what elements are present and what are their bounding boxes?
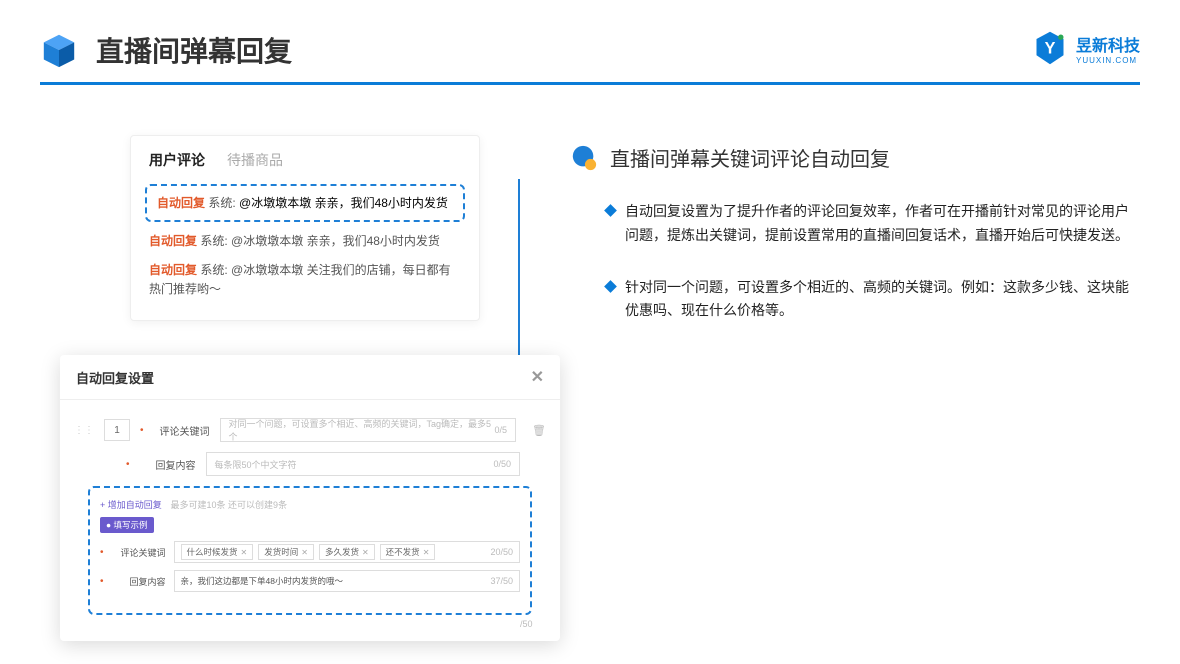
autoreply-tag: 自动回复 [149, 263, 197, 277]
add-hint: 最多可建10条 还可以创建9条 [171, 500, 288, 510]
keyword-tag[interactable]: 多久发货✕ [319, 544, 375, 560]
autoreply-settings-modal: 自动回复设置 ✕ ⋮⋮ 1 • 评论关键词 对同一个问题，可设置多个相近、高频的… [60, 355, 560, 641]
scroll-stub: /50 [520, 619, 546, 629]
svg-text:Y: Y [1045, 39, 1056, 57]
logo-cube-icon [40, 31, 78, 69]
content-label: 回复内容 [142, 457, 196, 472]
modal-title: 自动回复设置 [76, 368, 154, 387]
example-content-label: 回复内容 [114, 575, 166, 588]
content-placeholder: 每条限50个中文字符 [215, 458, 297, 471]
close-icon[interactable]: ✕ [531, 367, 544, 387]
diamond-bullet-icon [604, 204, 617, 217]
chat-bubble-icon [570, 144, 598, 172]
comments-panel: 用户评论 待播商品 自动回复 系统: @冰墩墩本墩 亲亲，我们48小时内发货 自… [130, 135, 480, 321]
example-keyword-label: 评论关键词 [114, 546, 166, 559]
content-counter: 0/50 [493, 459, 511, 469]
system-label: 系统: [200, 263, 227, 277]
comment-line: 自动回复 系统: @冰墩墩本墩 亲亲，我们48小时内发货 [149, 232, 461, 251]
highlighted-comment: 自动回复 系统: @冰墩墩本墩 亲亲，我们48小时内发货 [145, 184, 465, 222]
comment-line: 自动回复 系统: @冰墩墩本墩 关注我们的店铺，每日都有热门推荐哟～ [149, 261, 461, 299]
system-label: 系统: [208, 196, 235, 210]
example-content-counter: 37/50 [490, 576, 513, 586]
comment-text: @冰墩墩本墩 亲亲，我们48小时内发货 [239, 196, 448, 210]
example-keyword-input[interactable]: 什么时候发货✕发货时间✕ 多久发货✕ 还不发货✕ 20/50 [174, 541, 520, 563]
keyword-tag[interactable]: 发货时间✕ [258, 544, 314, 560]
tab-pending-goods[interactable]: 待播商品 [227, 150, 283, 170]
autoreply-tag: 自动回复 [149, 234, 197, 248]
brand-name-en: YUUXIN.COM [1076, 56, 1140, 65]
example-content-value: 亲，我们这边都是下单48小时内发货的哦～ [181, 575, 343, 587]
brand-name-cn: 昱新科技 [1076, 32, 1140, 56]
example-content-input[interactable]: 亲，我们这边都是下单48小时内发货的哦～ 37/50 [174, 570, 520, 592]
add-autoreply-link[interactable]: + 增加自动回复 [100, 500, 162, 510]
tag-remove-icon[interactable]: ✕ [362, 548, 369, 557]
bullet-text: 自动回复设置为了提升作者的评论回复效率，作者可在开播前针对常见的评论用户问题，提… [625, 200, 1140, 248]
tag-remove-icon[interactable]: ✕ [423, 548, 430, 557]
keyword-label: 评论关键词 [156, 423, 210, 438]
example-badge: ● 填写示例 [100, 517, 154, 533]
tag-remove-icon[interactable]: ✕ [241, 548, 248, 557]
content-input[interactable]: 每条限50个中文字符 0/50 [206, 452, 520, 476]
drag-handle-icon[interactable]: ⋮⋮ [74, 425, 94, 436]
brand-block: Y 昱新科技 YUUXIN.COM [1032, 30, 1140, 66]
keyword-placeholder: 对同一个问题，可设置多个相近、高频的关键词，Tag确定，最多5个 [229, 417, 495, 443]
system-label: 系统: [200, 234, 227, 248]
bullet-text: 针对同一个问题，可设置多个相近的、高频的关键词。例如：这款多少钱、这块能优惠吗、… [625, 276, 1140, 324]
brand-logo-icon: Y [1032, 30, 1068, 66]
rule-index: 1 [104, 419, 130, 441]
delete-icon[interactable]: 🗑 [532, 424, 546, 437]
keyword-tag[interactable]: 还不发货✕ [380, 544, 436, 560]
example-highlight-box: + 增加自动回复 最多可建10条 还可以创建9条 ● 填写示例 • 评论关键词 … [88, 486, 532, 615]
keyword-tag[interactable]: 什么时候发货✕ [181, 544, 254, 560]
section-title: 直播间弹幕关键词评论自动回复 [610, 143, 890, 172]
tab-user-comments[interactable]: 用户评论 [149, 150, 205, 170]
example-keyword-counter: 20/50 [490, 547, 513, 557]
autoreply-tag: 自动回复 [157, 196, 205, 210]
page-title: 直播间弹幕回复 [96, 30, 292, 70]
comment-text: @冰墩墩本墩 亲亲，我们48小时内发货 [231, 234, 440, 248]
tag-remove-icon[interactable]: ✕ [301, 548, 308, 557]
keyword-input[interactable]: 对同一个问题，可设置多个相近、高频的关键词，Tag确定，最多5个 0/5 [220, 418, 517, 442]
diamond-bullet-icon [604, 280, 617, 293]
keyword-counter: 0/5 [495, 425, 508, 435]
